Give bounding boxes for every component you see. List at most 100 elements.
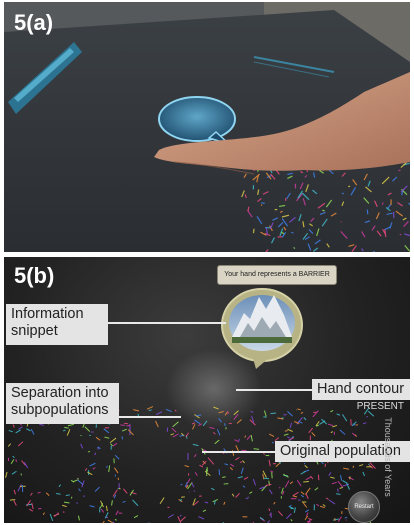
population-strand — [336, 493, 341, 495]
population-strand — [26, 428, 31, 432]
population-strand — [332, 518, 339, 521]
population-strand — [56, 493, 61, 495]
population-strand — [268, 459, 271, 467]
population-strand — [291, 231, 294, 234]
photo-panel-a: 5(a) — [4, 2, 410, 252]
population-strand — [261, 202, 265, 204]
population-strand — [270, 412, 277, 415]
population-strand — [240, 467, 244, 474]
population-strand — [112, 442, 118, 447]
hand-contour-text: Hand contour — [317, 381, 405, 397]
population-strand — [336, 413, 341, 416]
barrier-banner: Your hand represents a BARRIER — [217, 265, 337, 285]
population-strand — [212, 431, 216, 435]
population-strand — [245, 497, 249, 500]
population-strand — [107, 519, 114, 523]
population-strand — [292, 491, 299, 497]
population-strand — [214, 439, 220, 445]
population-strand — [268, 489, 273, 495]
population-strand — [312, 410, 319, 418]
population-strand — [292, 495, 298, 498]
population-strand — [170, 433, 175, 436]
population-strand — [289, 481, 294, 485]
population-strand — [25, 503, 32, 506]
population-strand — [330, 476, 335, 479]
population-strand — [300, 411, 304, 414]
population-strand — [179, 514, 182, 517]
population-strand — [45, 492, 50, 497]
population-strand — [115, 510, 119, 516]
population-strand — [343, 467, 350, 470]
population-strand — [108, 465, 111, 473]
population-strand — [362, 471, 366, 477]
population-strand — [381, 202, 384, 205]
population-strand — [284, 430, 288, 432]
population-strand — [84, 426, 91, 432]
population-strand — [339, 475, 343, 481]
present-marker: PRESENT — [356, 401, 404, 412]
population-strand — [18, 426, 23, 430]
population-strand — [113, 467, 119, 474]
panel-a-label: 5(a) — [14, 10, 54, 35]
restart-button[interactable]: Restart — [348, 491, 380, 523]
population-strand — [304, 509, 310, 513]
population-strand — [341, 192, 345, 195]
population-strand — [109, 437, 117, 444]
population-strand — [300, 494, 305, 498]
population-strand — [230, 463, 235, 467]
population-strand — [303, 417, 307, 421]
population-strand — [290, 518, 293, 522]
population-strand — [305, 476, 312, 481]
population-strand — [351, 432, 356, 437]
population-strand — [122, 500, 126, 503]
population-strand — [302, 502, 308, 508]
population-strand — [133, 409, 139, 412]
population-strand — [328, 472, 332, 477]
tabletop-photo — [4, 2, 410, 252]
population-strand — [307, 520, 311, 523]
population-strand — [303, 480, 309, 483]
population-strand — [314, 487, 319, 491]
population-strand — [273, 501, 276, 505]
population-strand — [331, 481, 337, 485]
population-strand — [252, 228, 255, 234]
info-bubble-on-table — [158, 96, 236, 142]
population-strand — [195, 414, 202, 417]
population-strand — [216, 429, 221, 436]
population-strand — [132, 499, 139, 507]
population-strand — [58, 484, 62, 488]
population-strand — [38, 507, 42, 510]
population-strand — [222, 476, 226, 479]
population-strand — [193, 490, 196, 492]
population-strand — [78, 488, 81, 492]
population-strand — [42, 512, 45, 516]
population-strand — [332, 424, 338, 428]
screenshot-panel-b: 5(b) Your hand represents a BARRIER Info… — [4, 257, 410, 523]
population-strand — [127, 429, 134, 436]
population-strand — [89, 462, 96, 467]
population-strand — [77, 515, 80, 521]
population-strand — [31, 502, 34, 510]
population-strand — [185, 432, 190, 438]
population-strand — [225, 427, 227, 430]
population-strand — [316, 461, 319, 465]
population-strand — [304, 465, 308, 469]
population-strand — [234, 439, 240, 443]
population-strand — [180, 483, 183, 486]
population-strand — [347, 185, 351, 188]
population-strand — [300, 491, 305, 495]
original-population-leader — [202, 451, 275, 453]
population-strand — [285, 513, 292, 520]
hand-contour-label: Hand contour — [312, 379, 410, 400]
population-strand — [305, 493, 309, 500]
population-strand — [121, 428, 127, 432]
population-strand — [17, 484, 22, 492]
population-strand — [337, 480, 344, 488]
population-strand — [84, 468, 88, 472]
population-strand — [67, 423, 74, 427]
population-strand — [198, 516, 205, 520]
population-strand — [133, 515, 139, 519]
population-strand — [238, 438, 240, 442]
population-strand — [268, 433, 275, 437]
population-strand — [94, 486, 100, 492]
